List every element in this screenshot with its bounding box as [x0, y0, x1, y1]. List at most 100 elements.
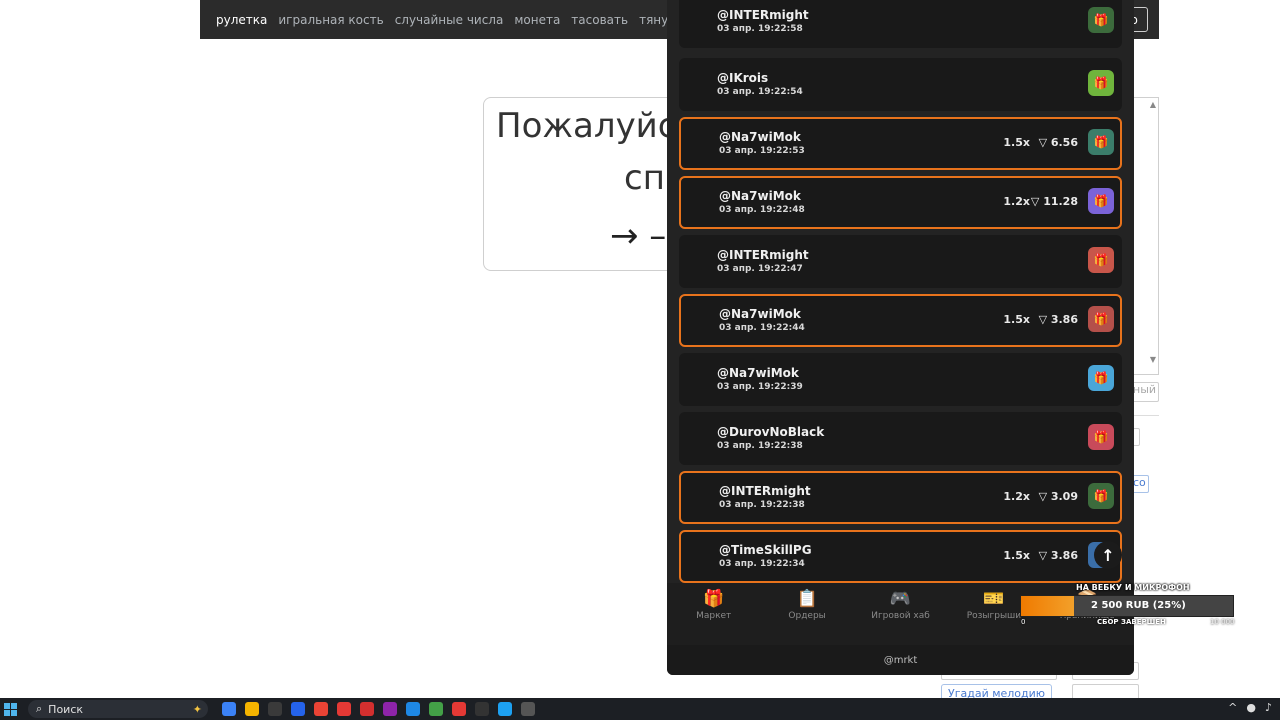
search-icon: ⌕	[36, 702, 43, 715]
feed-multiplier: 1.2x	[1003, 490, 1030, 503]
gift-icon[interactable]: 🎁	[1088, 129, 1114, 155]
gift-icon[interactable]: 🎁	[1088, 247, 1114, 273]
feed-multiplier: 1.5x	[1003, 549, 1030, 562]
gift-icon[interactable]: 🎁	[1088, 424, 1114, 450]
feed-username[interactable]: @Na7wiMok	[719, 189, 801, 203]
taskbar-icons	[222, 702, 535, 716]
obs-icon[interactable]	[521, 702, 535, 716]
feed-time: 03 апр. 19:22:58	[717, 24, 803, 34]
gift-icon: 🎁	[703, 589, 725, 609]
feed-card[interactable]: @Na7wiMok 03 апр. 19:22:39 🎁	[679, 353, 1122, 406]
feed-card[interactable]: @Na7wiMok 03 апр. 19:22:53 1.5x ▽ 6.56 🎁	[679, 117, 1122, 170]
feed-time: 03 апр. 19:22:34	[719, 559, 805, 569]
feed-card[interactable]: @TimeSkillPG03 апр. 19:22:341.5x▽ 3.86🎁	[679, 530, 1122, 583]
store-icon[interactable]	[268, 702, 282, 716]
feed-username[interactable]: @INTERmight	[717, 248, 809, 262]
gamepad-icon: 🎮	[889, 589, 912, 609]
feed-time: 03 апр. 19:22:44	[719, 323, 805, 333]
start-button[interactable]	[4, 702, 22, 716]
feed-username[interactable]: @Na7wiMok	[719, 307, 801, 321]
file-explorer-icon[interactable]	[245, 702, 259, 716]
feed-card[interactable]: @IKrois 03 апр. 19:22:54 🎁	[679, 58, 1122, 111]
microphone-icon[interactable]: ●	[1246, 701, 1256, 714]
nav-shuffle[interactable]: тасовать	[571, 13, 628, 27]
donation-status: СБОР ЗАВЕРШЕН	[1097, 618, 1166, 626]
feed-username[interactable]: @IKrois	[717, 71, 768, 85]
copilot-icon[interactable]: ✦	[193, 703, 202, 716]
ticket-icon: 🎫	[983, 589, 1005, 609]
prompt-arrows: → –	[610, 216, 667, 256]
gift-icon[interactable]: 🎁	[1088, 306, 1114, 332]
feed-amount: ▽ 3.09	[1038, 490, 1078, 503]
screen: рулетка игральная кость случайные числа …	[0, 0, 1280, 720]
bottom-nav-item[interactable]: 📋 Ордеры	[760, 583, 853, 645]
notion-icon[interactable]	[475, 702, 489, 716]
nav-roulette[interactable]: рулетка	[216, 13, 267, 27]
feed-time: 03 апр. 19:22:38	[719, 500, 805, 510]
feed-username[interactable]: @Na7wiMok	[719, 130, 801, 144]
clipboard-icon: 📋	[796, 589, 818, 609]
feed-time: 03 апр. 19:22:47	[717, 264, 803, 274]
feed-time: 03 апр. 19:22:53	[719, 146, 805, 156]
telegram-icon[interactable]	[498, 702, 512, 716]
app-icon[interactable]	[383, 702, 397, 716]
bottom-nav-label: Маркет	[696, 611, 732, 621]
donation-amount: 2 500 RUB (25%)	[1091, 600, 1186, 611]
activity-feed[interactable]: @INTERmight 03 апр. 19:22:58 🎁 @IKrois 03 ап…	[679, 0, 1122, 583]
bottom-nav-item[interactable]: 🎮 Игровой хаб	[854, 583, 947, 645]
footer-handle: @mrkt	[667, 645, 1134, 675]
gift-icon[interactable]: 🎁	[1088, 365, 1114, 391]
donation-min: 0	[1021, 618, 1026, 626]
bottom-nav-label: Игровой хаб	[871, 611, 930, 621]
bottom-nav-label: Ордеры	[788, 611, 826, 621]
opera-icon[interactable]	[360, 702, 374, 716]
bottom-nav-item[interactable]: 🎁 Маркет	[667, 583, 760, 645]
feed-multiplier: 1.5x	[1003, 136, 1030, 149]
gift-icon[interactable]: 🎁	[1088, 70, 1114, 96]
feed-time: 03 апр. 19:22:54	[717, 87, 803, 97]
yandex-icon[interactable]	[337, 702, 351, 716]
settings-icon[interactable]	[429, 702, 443, 716]
yandex-browser-icon[interactable]	[452, 702, 466, 716]
chrome-icon[interactable]	[314, 702, 328, 716]
feed-amount: ▽ 11.28	[1030, 195, 1078, 208]
nav-random-numbers[interactable]: случайные числа	[395, 13, 504, 27]
donation-progress-fill	[1021, 596, 1074, 616]
feed-time: 03 апр. 19:22:48	[719, 205, 805, 215]
chevron-up-icon[interactable]: ^	[1228, 701, 1237, 714]
taskbar-search[interactable]: ⌕ Поиск ✦	[28, 700, 208, 718]
mail-icon[interactable]	[291, 702, 305, 716]
feed-card[interactable]: @DurovNoBlack 03 апр. 19:22:38 🎁	[679, 412, 1122, 465]
donation-title: НА ВЕБКУ И МИКРОФОН	[1076, 583, 1190, 592]
mrkt-panel: @INTERmight 03 апр. 19:22:58 🎁 @IKrois 03 ап…	[667, 0, 1134, 675]
feed-time: 03 апр. 19:22:38	[717, 441, 803, 451]
scroll-top-button[interactable]: ↑	[1094, 541, 1122, 569]
feed-card[interactable]: @Na7wiMok 03 апр. 19:22:44 1.5x ▽ 3.86 🎁	[679, 294, 1122, 347]
feed-card[interactable]: @INTERmight 03 апр. 19:22:38 1.2x ▽ 3.09 🎁	[679, 471, 1122, 524]
divider	[1130, 415, 1159, 416]
feed-username[interactable]: @INTERmight	[719, 484, 811, 498]
search-placeholder: Поиск	[48, 702, 84, 716]
feed-username[interactable]: @Na7wiMok	[717, 366, 799, 380]
feed-username[interactable]: @INTERmight	[717, 8, 809, 22]
feed-username[interactable]: @TimeSkillPG	[719, 543, 812, 557]
gift-icon[interactable]: 🎁	[1088, 7, 1114, 33]
nav-coin[interactable]: монета	[514, 13, 560, 27]
volume-icon[interactable]: ♪	[1265, 701, 1272, 714]
scroll-down-icon[interactable]: ▼	[1150, 355, 1156, 364]
feed-username[interactable]: @DurovNoBlack	[717, 425, 824, 439]
feed-time: 03 апр. 19:22:39	[717, 382, 803, 392]
browser-icon[interactable]	[406, 702, 420, 716]
nav-dice[interactable]: игральная кость	[278, 13, 383, 27]
scroll-up-icon[interactable]: ▲	[1150, 100, 1156, 109]
task-view-icon[interactable]	[222, 702, 236, 716]
system-tray: ^ ● ♪	[1228, 701, 1272, 714]
taskbar: ⌕ Поиск ✦ ^ ● ♪	[0, 698, 1280, 720]
gift-icon[interactable]: 🎁	[1088, 483, 1114, 509]
feed-card[interactable]: @Na7wiMok 03 апр. 19:22:48 1.2x ▽ 11.28 🎁	[679, 176, 1122, 229]
bottom-nav-label: Розыгрыши	[966, 611, 1022, 621]
donation-progress-bar: 2 500 RUB (25%)	[1020, 595, 1234, 617]
feed-card[interactable]: @INTERmight 03 апр. 19:22:58 🎁	[679, 0, 1122, 48]
feed-card[interactable]: @INTERmight 03 апр. 19:22:47 🎁	[679, 235, 1122, 288]
gift-icon[interactable]: 🎁	[1088, 188, 1114, 214]
